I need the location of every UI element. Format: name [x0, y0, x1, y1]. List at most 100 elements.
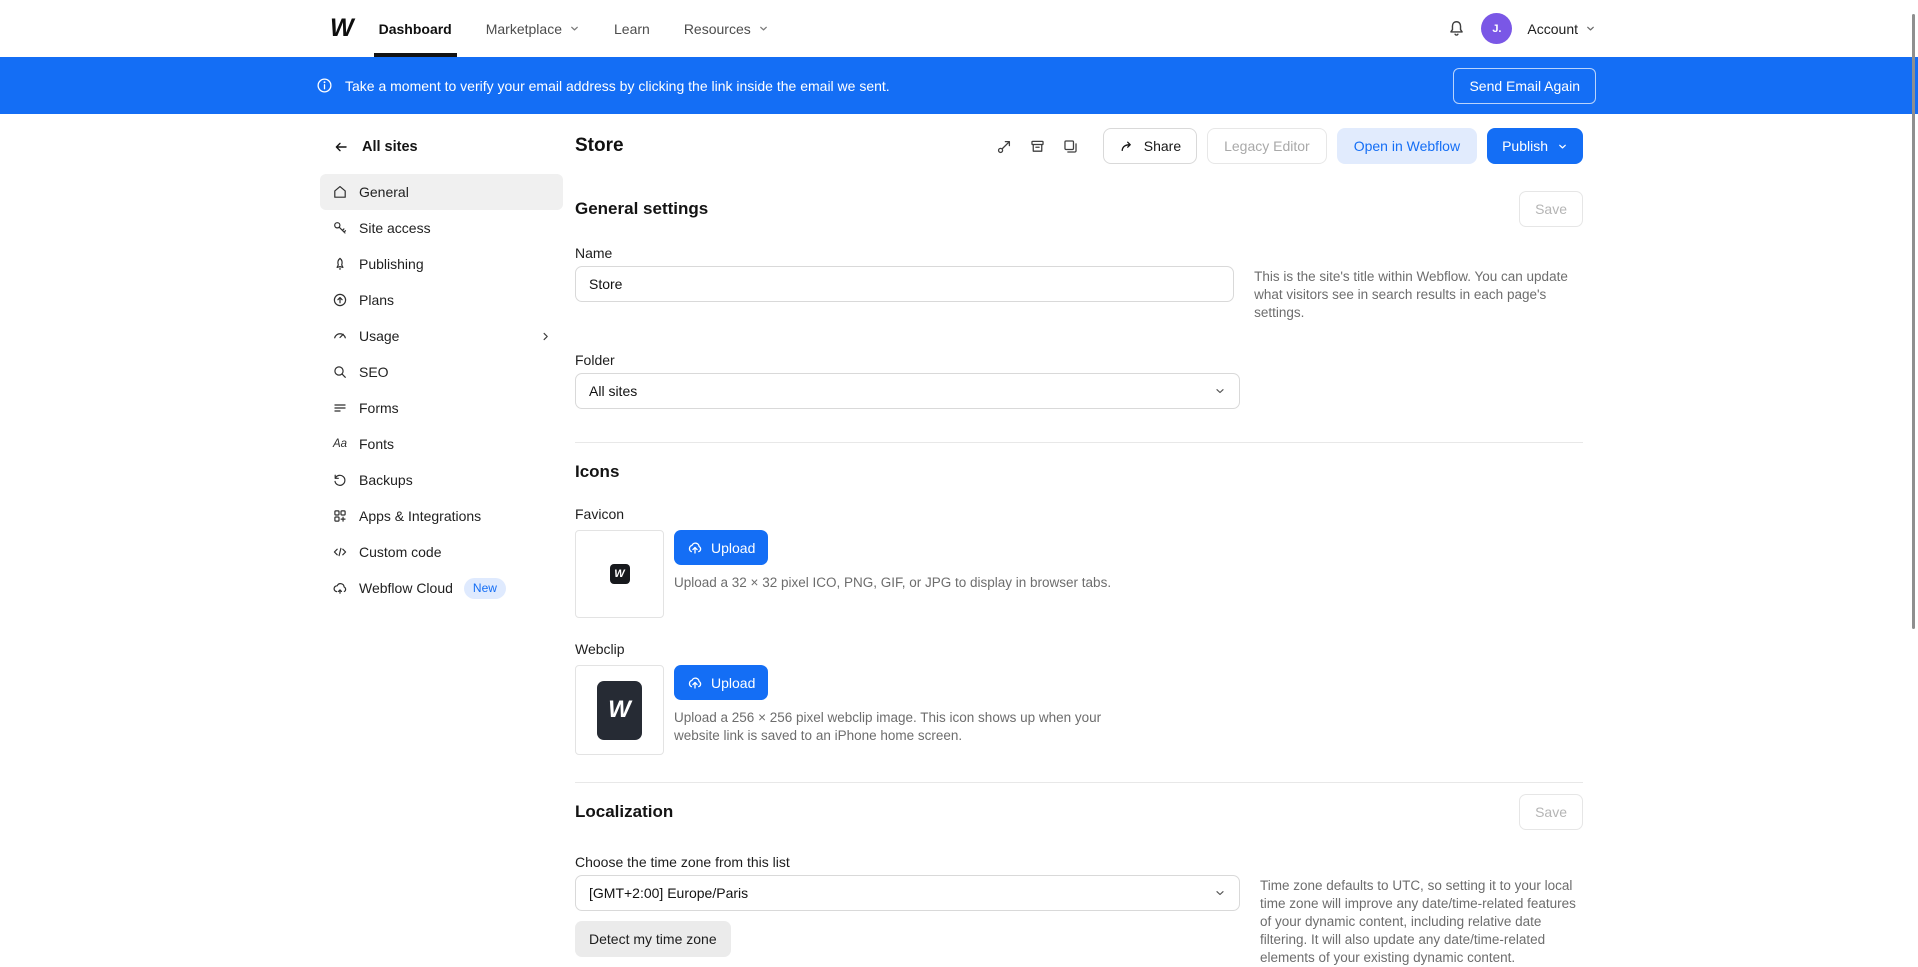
- icons-heading: Icons: [575, 462, 1583, 482]
- chevron-down-icon: [1585, 23, 1596, 34]
- site-name-input[interactable]: [575, 266, 1234, 302]
- section-heading: General settings: [575, 199, 708, 219]
- publish-label: Publish: [1502, 138, 1548, 154]
- key-icon: [332, 220, 348, 236]
- sidebar-item-fonts[interactable]: Aa Fonts: [320, 426, 563, 462]
- rocket-icon: [332, 256, 348, 272]
- arrow-left-icon: [333, 139, 349, 155]
- send-email-again-button[interactable]: Send Email Again: [1453, 68, 1596, 104]
- sidebar-item-label: Custom code: [359, 544, 441, 560]
- chevron-down-icon: [1214, 385, 1226, 397]
- account-label: Account: [1527, 21, 1578, 37]
- content-area: All sites General Site access Publishing…: [0, 114, 1918, 941]
- localization-header: Localization Save: [575, 794, 1583, 830]
- archive-icon[interactable]: [1029, 138, 1046, 155]
- publish-button[interactable]: Publish: [1487, 128, 1583, 164]
- timezone-select[interactable]: [GMT+2:00] Europe/Paris: [575, 875, 1240, 911]
- folder-select[interactable]: All sites: [575, 373, 1240, 409]
- upload-cloud-icon: [687, 540, 703, 556]
- nav-item-resources[interactable]: Resources: [684, 0, 769, 57]
- sidebar-item-webflow-cloud[interactable]: Webflow Cloud New: [320, 570, 563, 606]
- back-to-all-sites[interactable]: All sites: [320, 139, 563, 155]
- sidebar-item-publishing[interactable]: Publishing: [320, 246, 563, 282]
- banner-text: Take a moment to verify your email addre…: [345, 78, 890, 94]
- settings-sidebar: All sites General Site access Publishing…: [320, 139, 563, 606]
- favicon-help-text: Upload a 32 × 32 pixel ICO, PNG, GIF, or…: [674, 574, 1111, 592]
- timezone-help-text: Time zone defaults to UTC, so setting it…: [1260, 875, 1583, 967]
- top-nav: W Dashboard Marketplace Learn Resources …: [0, 0, 1918, 57]
- sidebar-item-label: Site access: [359, 220, 431, 236]
- sidebar-item-plans[interactable]: Plans: [320, 282, 563, 318]
- save-button[interactable]: Save: [1519, 191, 1583, 227]
- upload-label: Upload: [711, 675, 755, 691]
- share-arrow-icon: [1119, 138, 1135, 154]
- circle-arrow-up-icon: [332, 292, 348, 308]
- sidebar-item-label: Apps & Integrations: [359, 508, 481, 524]
- chevron-down-icon: [569, 23, 580, 34]
- info-icon: [316, 77, 333, 94]
- favicon-upload-button[interactable]: Upload: [674, 530, 768, 565]
- chevron-right-icon: [540, 331, 551, 342]
- sidebar-item-label: Publishing: [359, 256, 424, 272]
- cloud-icon: [332, 580, 348, 596]
- sidebar-item-label: Fonts: [359, 436, 394, 452]
- folder-label: Folder: [575, 352, 1583, 368]
- favicon-label: Favicon: [575, 506, 1583, 522]
- share-button[interactable]: Share: [1103, 128, 1197, 164]
- code-icon: [332, 544, 348, 560]
- sidebar-item-site-access[interactable]: Site access: [320, 210, 563, 246]
- sidebar-item-forms[interactable]: Forms: [320, 390, 563, 426]
- sidebar-item-apps-integrations[interactable]: Apps & Integrations: [320, 498, 563, 534]
- sidebar-item-seo[interactable]: SEO: [320, 354, 563, 390]
- home-icon: [332, 184, 348, 200]
- folder-value: All sites: [589, 383, 637, 399]
- favicon-upload-col: Upload Upload a 32 × 32 pixel ICO, PNG, …: [674, 530, 1111, 618]
- timezone-label: Choose the time zone from this list: [575, 854, 1583, 870]
- duplicate-icon[interactable]: [1062, 138, 1079, 155]
- sidebar-item-label: General: [359, 184, 409, 200]
- name-label: Name: [575, 245, 1583, 261]
- sidebar-item-custom-code[interactable]: Custom code: [320, 534, 563, 570]
- nav-item-marketplace[interactable]: Marketplace: [486, 0, 580, 57]
- fonts-aa-icon: Aa: [332, 438, 348, 450]
- name-help-text: This is the site's title within Webflow.…: [1254, 266, 1583, 322]
- chevron-down-icon: [758, 23, 769, 34]
- section-heading: Localization: [575, 802, 673, 822]
- general-settings-header: General settings Save: [575, 191, 1583, 227]
- favicon-preview: W: [575, 530, 664, 618]
- sidebar-item-label: SEO: [359, 364, 389, 380]
- webclip-upload-button[interactable]: Upload: [674, 665, 768, 700]
- nav-item-label: Resources: [684, 21, 751, 37]
- sidebar-item-label: Backups: [359, 472, 413, 488]
- account-menu[interactable]: Account: [1527, 21, 1596, 37]
- avatar[interactable]: J.: [1481, 13, 1512, 44]
- site-action-icons: [996, 138, 1079, 155]
- favicon-row: W Upload Upload a 32 × 32 pixel ICO, PNG…: [575, 530, 1583, 618]
- search-icon: [332, 364, 348, 380]
- main-panel: Store Share Legacy Edit: [575, 128, 1583, 967]
- save-button[interactable]: Save: [1519, 794, 1583, 830]
- transfer-site-icon[interactable]: [996, 138, 1013, 155]
- webclip-upload-col: Upload Upload a 256 × 256 pixel webclip …: [674, 665, 1149, 755]
- legacy-editor-button[interactable]: Legacy Editor: [1207, 128, 1327, 164]
- timezone-row: [GMT+2:00] Europe/Paris Detect my time z…: [575, 875, 1583, 967]
- favicon-mark-icon: W: [610, 564, 630, 584]
- sidebar-item-usage[interactable]: Usage: [320, 318, 563, 354]
- open-in-webflow-button[interactable]: Open in Webflow: [1337, 128, 1477, 164]
- nav-item-dashboard[interactable]: Dashboard: [379, 0, 452, 57]
- webflow-logo-icon[interactable]: W: [330, 14, 352, 43]
- email-verification-banner: Take a moment to verify your email addre…: [0, 57, 1918, 114]
- sidebar-item-label: Forms: [359, 400, 399, 416]
- nav-item-learn[interactable]: Learn: [614, 0, 650, 57]
- restore-icon: [332, 472, 348, 488]
- sidebar-item-general[interactable]: General: [320, 174, 563, 210]
- sidebar-item-backups[interactable]: Backups: [320, 462, 563, 498]
- vertical-scrollbar[interactable]: [1912, 14, 1915, 629]
- upload-label: Upload: [711, 540, 755, 556]
- header-actions: Share Legacy Editor Open in Webflow Publ…: [996, 128, 1583, 164]
- detect-timezone-button[interactable]: Detect my time zone: [575, 921, 731, 957]
- gauge-icon: [332, 328, 348, 344]
- notifications-bell-icon[interactable]: [1447, 19, 1466, 38]
- nav-items: Dashboard Marketplace Learn Resources: [379, 0, 769, 57]
- back-label: All sites: [362, 139, 418, 155]
